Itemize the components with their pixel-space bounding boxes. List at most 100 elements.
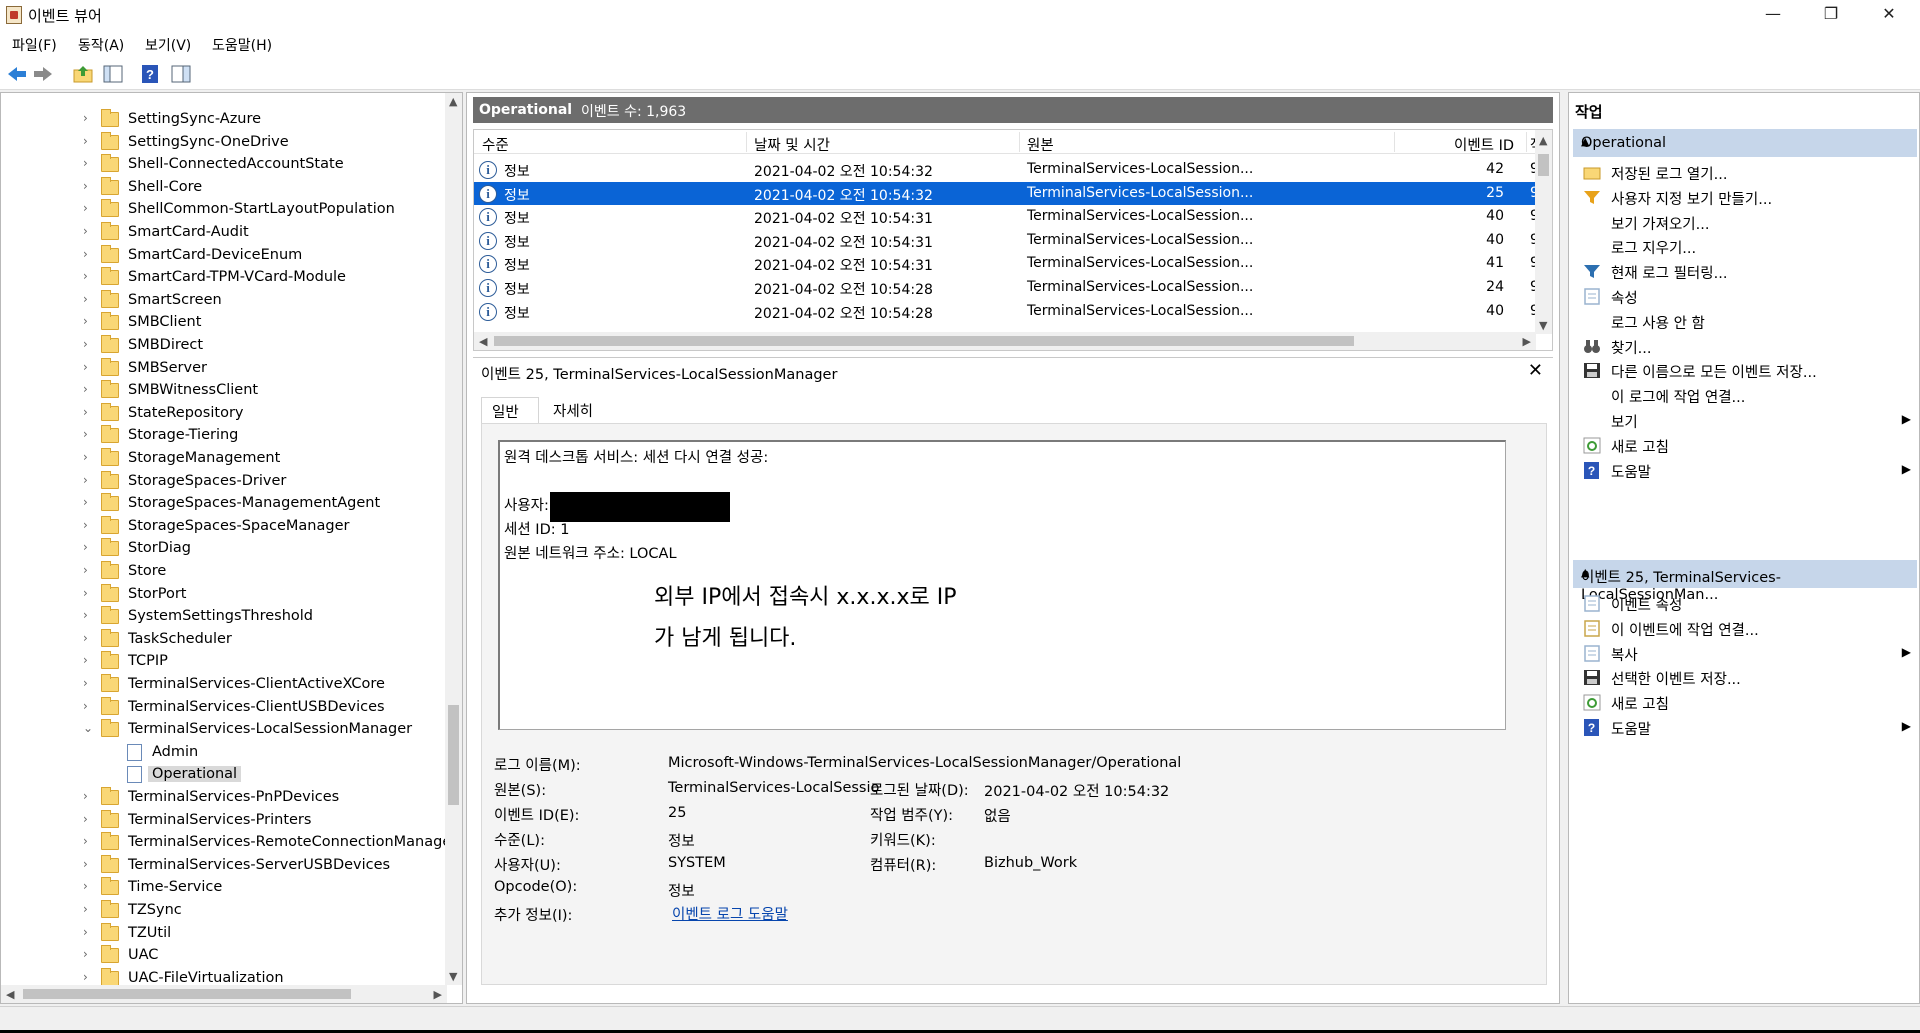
collapsed-chevron-icon[interactable]: ›: [83, 925, 88, 939]
action-item[interactable]: 찾기...: [1575, 333, 1915, 359]
tree-horizontal-scrollbar[interactable]: ◀ ▶: [1, 985, 447, 1003]
tab-details[interactable]: 자세히: [543, 397, 613, 423]
tree-folder-item[interactable]: › SmartCard-TPM-VCard-Module: [1, 267, 441, 289]
action-item[interactable]: 사용자 지정 보기 만들기...: [1575, 184, 1915, 210]
tree-folder-item[interactable]: › StorPort: [1, 583, 441, 606]
tree-folder-item[interactable]: › Shell-ConnectedAccountState: [1, 154, 441, 176]
scroll-up-icon[interactable]: ▲: [1539, 134, 1547, 147]
action-item[interactable]: 이 이벤트에 작업 연결...: [1575, 615, 1915, 641]
column-source[interactable]: 원본: [1027, 134, 1054, 155]
tree-folder-item[interactable]: › TerminalServices-PnPDevices: [1, 787, 441, 809]
collapsed-chevron-icon[interactable]: ›: [83, 947, 88, 961]
collapsed-chevron-icon[interactable]: ›: [83, 563, 88, 577]
collapsed-chevron-icon[interactable]: ›: [83, 111, 88, 125]
close-button[interactable]: ✕: [1860, 0, 1918, 30]
collapsed-chevron-icon[interactable]: ›: [83, 970, 88, 984]
collapsed-chevron-icon[interactable]: ›: [83, 834, 88, 848]
action-item[interactable]: ? 도움말 ▶: [1575, 714, 1915, 740]
action-item[interactable]: 새로 고침: [1575, 432, 1915, 458]
action-item[interactable]: 복사 ▶: [1575, 640, 1915, 666]
forward-icon[interactable]: [32, 64, 54, 84]
tree-folder-item[interactable]: › UAC: [1, 945, 441, 967]
tree-vertical-scrollbar[interactable]: ▲ ▼: [445, 93, 462, 985]
console-tree-icon[interactable]: [102, 64, 124, 84]
column-datetime[interactable]: 날짜 및 시간: [754, 134, 830, 155]
collapsed-chevron-icon[interactable]: ›: [83, 360, 88, 374]
event-row[interactable]: i 정보 2021-04-02 오전 10:54:28 TerminalService…: [474, 300, 1539, 323]
tree-folder-item[interactable]: › StorageSpaces-SpaceManager: [1, 515, 441, 538]
list-horizontal-scrollbar[interactable]: ◀ ▶: [474, 332, 1536, 350]
collapsed-chevron-icon[interactable]: ›: [83, 518, 88, 532]
collapsed-chevron-icon[interactable]: ›: [83, 134, 88, 148]
collapsed-chevron-icon[interactable]: ›: [83, 201, 88, 215]
collapsed-chevron-icon[interactable]: ›: [83, 812, 88, 826]
collapsed-chevron-icon[interactable]: ›: [83, 179, 88, 193]
folder-up-icon[interactable]: [72, 64, 94, 84]
tree-folder-item[interactable]: › Store: [1, 561, 441, 583]
scroll-left-icon[interactable]: ◀: [479, 335, 487, 348]
collapsed-chevron-icon[interactable]: ›: [83, 857, 88, 871]
back-icon[interactable]: [6, 64, 28, 84]
action-pane-icon[interactable]: [170, 64, 192, 84]
tree-folder-item[interactable]: › Shell-Core: [1, 176, 441, 199]
tree-folder-item[interactable]: › ShellCommon-StartLayoutPopulation: [1, 199, 441, 221]
action-item[interactable]: 새로 고침: [1575, 689, 1915, 715]
collapsed-chevron-icon[interactable]: ›: [83, 269, 88, 283]
tree-folder-item[interactable]: › SmartCard-Audit: [1, 222, 441, 244]
actions-section-event[interactable]: 이벤트 25, TerminalServices-LocalSessionMan…: [1573, 560, 1917, 603]
action-item[interactable]: 로그 지우기...: [1575, 233, 1915, 259]
tree-scroll-thumb[interactable]: [448, 705, 459, 805]
action-item[interactable]: 현재 로그 필터링...: [1575, 258, 1915, 284]
tree-folder-item[interactable]: › StateRepository: [1, 402, 441, 425]
list-hscroll-thumb[interactable]: [494, 336, 1354, 346]
help-icon[interactable]: ?: [140, 64, 162, 84]
event-row[interactable]: i 정보 2021-04-02 오전 10:54:28 TerminalService…: [474, 276, 1539, 299]
collapsed-chevron-icon[interactable]: ›: [83, 427, 88, 441]
tree-folder-item[interactable]: › TerminalServices-ServerUSBDevices: [1, 854, 441, 877]
action-item[interactable]: 저장된 로그 열기...: [1575, 159, 1915, 185]
list-scroll-thumb[interactable]: [1538, 154, 1549, 176]
collapsed-chevron-icon[interactable]: ›: [83, 653, 88, 667]
tree-folder-item[interactable]: › StorageSpaces-Driver: [1, 470, 441, 493]
tree-folder-item[interactable]: › SMBWitnessClient: [1, 380, 441, 402]
action-item[interactable]: 선택한 이벤트 저장...: [1575, 664, 1915, 690]
event-row[interactable]: i 정보 2021-04-02 오전 10:54:32 TerminalService…: [474, 181, 1539, 205]
collapsed-chevron-icon[interactable]: ›: [83, 473, 88, 487]
tree-folder-item[interactable]: › TerminalServices-Printers: [1, 809, 441, 832]
event-log-help-link[interactable]: 이벤트 로그 도움말: [672, 903, 788, 924]
tree-child-item[interactable]: Operational: [1, 764, 441, 786]
tree-hscroll-thumb[interactable]: [23, 989, 351, 999]
menu-file[interactable]: 파일(F): [12, 35, 57, 55]
collapsed-chevron-icon[interactable]: ›: [83, 699, 88, 713]
collapsed-chevron-icon[interactable]: ›: [83, 789, 88, 803]
tree-folder-item[interactable]: › TerminalServices-ClientUSBDevices: [1, 696, 441, 719]
tree-folder-item[interactable]: › StorDiag: [1, 538, 441, 560]
tree-folder-item[interactable]: › SMBDirect: [1, 335, 441, 357]
tree-folder-item[interactable]: › TZSync: [1, 900, 441, 922]
scroll-down-icon[interactable]: ▼: [1539, 319, 1547, 332]
tree-folder-item[interactable]: › TaskScheduler: [1, 628, 441, 651]
tree-folder-item[interactable]: › SmartCard-DeviceEnum: [1, 244, 441, 267]
collapsed-chevron-icon[interactable]: ›: [83, 405, 88, 419]
menu-view[interactable]: 보기(V): [145, 35, 191, 55]
tab-general[interactable]: 일반: [481, 397, 539, 423]
tree-folder-item[interactable]: › Storage-Tiering: [1, 425, 441, 447]
scroll-right-icon[interactable]: ▶: [1523, 335, 1531, 348]
action-item[interactable]: 이 로그에 작업 연결...: [1575, 382, 1915, 408]
collapsed-chevron-icon[interactable]: ›: [83, 495, 88, 509]
maximize-button[interactable]: ❐: [1802, 0, 1860, 30]
action-item[interactable]: 다른 이름으로 모든 이벤트 저장...: [1575, 357, 1915, 383]
menu-action[interactable]: 동작(A): [78, 35, 124, 55]
event-row[interactable]: i 정보 2021-04-02 오전 10:54:32 TerminalService…: [474, 158, 1539, 181]
column-event-id[interactable]: 이벤트 ID: [1454, 134, 1514, 155]
action-item[interactable]: ? 도움말 ▶: [1575, 457, 1915, 483]
expanded-chevron-icon[interactable]: ⌄: [83, 721, 93, 735]
collapsed-chevron-icon[interactable]: ›: [83, 247, 88, 261]
action-item[interactable]: 이벤트 속성: [1575, 590, 1915, 616]
tree-folder-item[interactable]: › SMBServer: [1, 357, 441, 380]
scroll-down-icon[interactable]: ▼: [449, 970, 457, 983]
list-vertical-scrollbar[interactable]: ▲ ▼: [1535, 130, 1552, 334]
tree-folder-item[interactable]: › TZUtil: [1, 922, 441, 945]
collapsed-chevron-icon[interactable]: ›: [83, 224, 88, 238]
tree-folder-item[interactable]: › TCPIP: [1, 651, 441, 673]
